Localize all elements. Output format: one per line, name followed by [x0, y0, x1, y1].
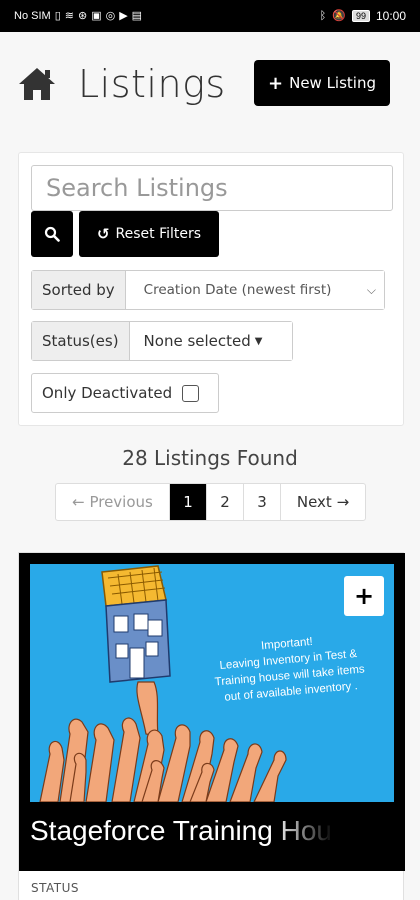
listing-image-area[interactable]: Important! Leaving Inventory in Test & T… — [19, 553, 405, 871]
carrier-text: No SIM — [14, 10, 51, 22]
sim-icon: ▯ — [54, 9, 61, 22]
bluetooth-icon: ᛒ — [319, 9, 327, 22]
listing-image: Important! Leaving Inventory in Test & T… — [30, 564, 394, 802]
page-link-1[interactable]: 1 — [170, 484, 207, 520]
only-deactivated-toggle[interactable]: Only Deactivated — [31, 373, 219, 413]
previous-page-link[interactable]: ← Previous — [56, 484, 170, 520]
mute-icon: 🔕 — [332, 9, 346, 22]
only-deactivated-checkbox[interactable] — [182, 384, 200, 402]
sort-select-group: Sorted by Creation Date (newest first) ⌵ — [31, 270, 385, 310]
search-input[interactable] — [31, 165, 393, 211]
plus-icon: + — [268, 72, 284, 94]
page-header: Listings + New Listing — [18, 56, 402, 112]
page-link-2[interactable]: 2 — [207, 484, 244, 520]
search-button[interactable] — [31, 211, 73, 257]
whatsapp-icon: ◎ — [105, 9, 116, 22]
add-to-cart-button[interactable]: + — [344, 576, 384, 616]
status-multiselect[interactable]: None selected ▼ — [129, 322, 292, 360]
search-icon — [44, 226, 60, 242]
clock: 10:00 — [375, 9, 406, 23]
status-select-group: Status(es) None selected ▼ — [31, 321, 293, 361]
sort-select-value: Creation Date (newest first) — [143, 282, 332, 298]
only-deactivated-label: Only Deactivated — [42, 384, 173, 402]
new-listing-label: New Listing — [289, 74, 376, 92]
next-page-link[interactable]: Next → — [281, 484, 365, 520]
notification-icon: ▣ — [91, 9, 102, 22]
pagination: ← Previous 1 2 3 Next → — [55, 483, 366, 521]
youtube-icon: ▶ — [119, 9, 128, 22]
sync-icon: ⊛ — [77, 9, 88, 22]
battery-indicator: 99 — [351, 10, 370, 22]
system-status-bar: No SIM ▯ ≋ ⊛ ▣ ◎ ▶ ▤ ᛒ 🔕 99 10:00 — [0, 0, 420, 32]
plus-icon: + — [353, 582, 375, 610]
gallery-icon: ▤ — [131, 9, 143, 22]
reset-filters-button[interactable]: ↺ Reset Filters — [79, 211, 219, 257]
listing-card[interactable]: Important! Leaving Inventory in Test & T… — [18, 552, 405, 900]
home-icon[interactable] — [18, 66, 56, 102]
page-title: Listings — [78, 62, 226, 106]
chevron-down-icon: ⌵ — [366, 282, 376, 297]
undo-icon: ↺ — [96, 225, 110, 243]
listings-count: 28 Listings Found — [122, 446, 298, 470]
caret-down-icon: ▼ — [254, 335, 263, 347]
listing-status-label: STATUS — [31, 881, 80, 895]
status-label: Status(es) — [32, 322, 130, 360]
title-fade-overlay — [274, 808, 334, 856]
sorted-by-label: Sorted by — [32, 271, 126, 309]
wifi-icon: ≋ — [64, 9, 74, 22]
page-link-3[interactable]: 3 — [244, 484, 281, 520]
filter-panel: ↺ Reset Filters Sorted by Creation Date … — [18, 152, 404, 426]
reset-filters-label: Reset Filters — [115, 226, 202, 242]
sort-select[interactable]: Creation Date (newest first) ⌵ — [125, 271, 384, 309]
status-select-value: None selected — [143, 332, 251, 350]
new-listing-button[interactable]: + New Listing — [254, 60, 390, 106]
